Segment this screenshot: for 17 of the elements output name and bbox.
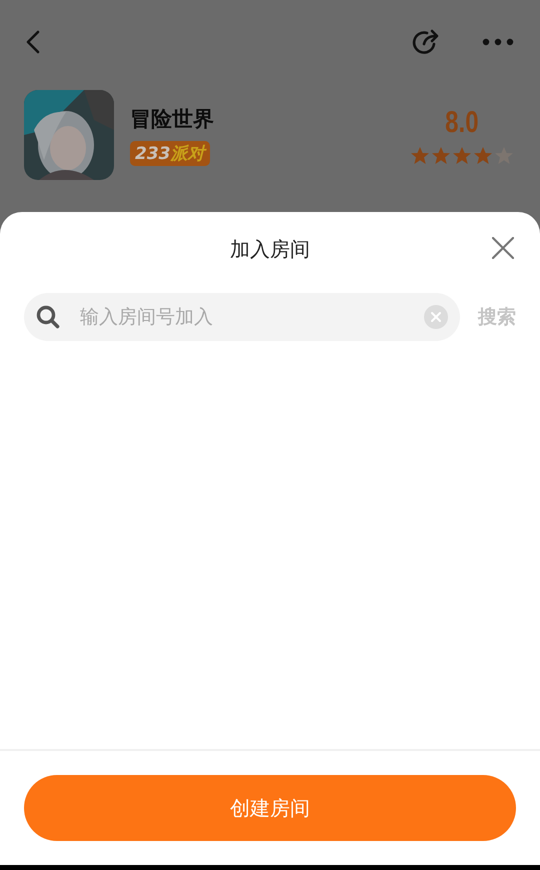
game-title: 冒险世界 [130, 106, 214, 132]
create-room-button[interactable]: 创建房间 [24, 775, 516, 841]
back-icon[interactable] [26, 30, 40, 54]
star-icon [410, 146, 430, 164]
search-bar[interactable]: 输入房间号加入 [24, 293, 460, 341]
star-icon [431, 146, 451, 164]
badge-label: 派对 [170, 144, 204, 164]
search-button[interactable]: 搜索 [478, 304, 516, 330]
rating-score: 8.0 [445, 106, 479, 140]
star-icon [452, 146, 472, 164]
more-icon[interactable] [482, 38, 514, 46]
badge-number: 233 [135, 144, 170, 164]
star-icon [473, 146, 493, 164]
search-icon [36, 305, 60, 329]
search-field[interactable]: 输入房间号加入 [78, 305, 406, 329]
sheet-title: 加入房间 [230, 236, 310, 263]
close-icon[interactable] [492, 237, 514, 259]
